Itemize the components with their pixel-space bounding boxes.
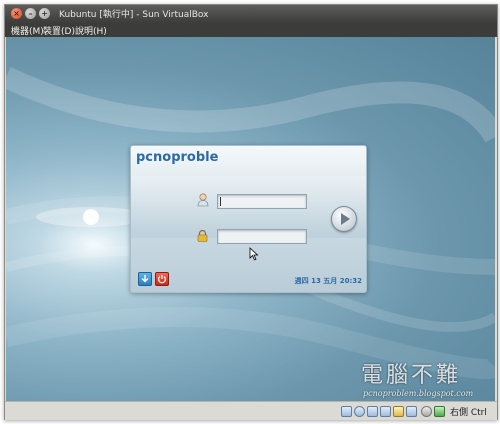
user-icon (197, 193, 209, 207)
status-bar: 右側 Ctrl (5, 401, 497, 420)
username-input[interactable] (218, 199, 306, 212)
mouse-cursor-icon (249, 247, 259, 261)
lock-icon (197, 230, 208, 242)
hard-disk-icon[interactable] (341, 406, 352, 417)
mouse-integration-icon[interactable] (434, 406, 445, 417)
cd-icon[interactable] (354, 406, 365, 417)
password-field[interactable] (217, 229, 307, 247)
session-menu-button[interactable] (138, 272, 152, 286)
minimize-button[interactable]: – (25, 8, 36, 19)
host-key-label: 右側 Ctrl (450, 408, 487, 418)
display-icon[interactable] (406, 406, 417, 417)
hostname-label: pcnoproblem (136, 150, 218, 165)
watermark-url: pcnoproblem.blogspot.com (363, 389, 474, 398)
login-dialog: pcnoproblem (130, 145, 367, 293)
menu-help[interactable]: 說明(H) (75, 24, 107, 37)
password-input[interactable] (218, 234, 306, 247)
text-caret (220, 197, 221, 206)
close-button[interactable]: × (11, 8, 22, 19)
play-arrow-icon (341, 213, 350, 225)
menu-devices[interactable]: 裝置(D) (43, 24, 75, 37)
arrow-down-icon (141, 275, 149, 283)
seamless-icon[interactable] (421, 406, 432, 417)
shutdown-button[interactable] (155, 272, 169, 286)
login-button[interactable] (331, 206, 357, 232)
window-title: Kubuntu [執行中] - Sun VirtualBox (59, 10, 209, 20)
vm-display[interactable]: pcnoproblem (6, 37, 495, 401)
watermark: 電腦不難 pcnoproblem.blogspot.com (361, 357, 473, 398)
power-icon (158, 274, 166, 284)
shared-folder-icon[interactable] (393, 406, 404, 417)
usb-icon[interactable] (380, 406, 391, 417)
menu-machine[interactable]: 機器(M) (11, 24, 44, 37)
virtualbox-window: × – + Kubuntu [執行中] - Sun VirtualBox 機器(… (4, 4, 498, 420)
network-icon[interactable] (367, 406, 378, 417)
watermark-title: 電腦不難 (361, 363, 462, 388)
menu-bar: 機器(M) 裝置(D) 說明(H) (5, 23, 497, 37)
title-bar[interactable]: × – + Kubuntu [執行中] - Sun VirtualBox (5, 5, 497, 23)
maximize-button[interactable]: + (39, 8, 50, 19)
username-field[interactable] (217, 194, 307, 212)
clock-label: 週四 13 五月 20:32 (294, 277, 362, 285)
